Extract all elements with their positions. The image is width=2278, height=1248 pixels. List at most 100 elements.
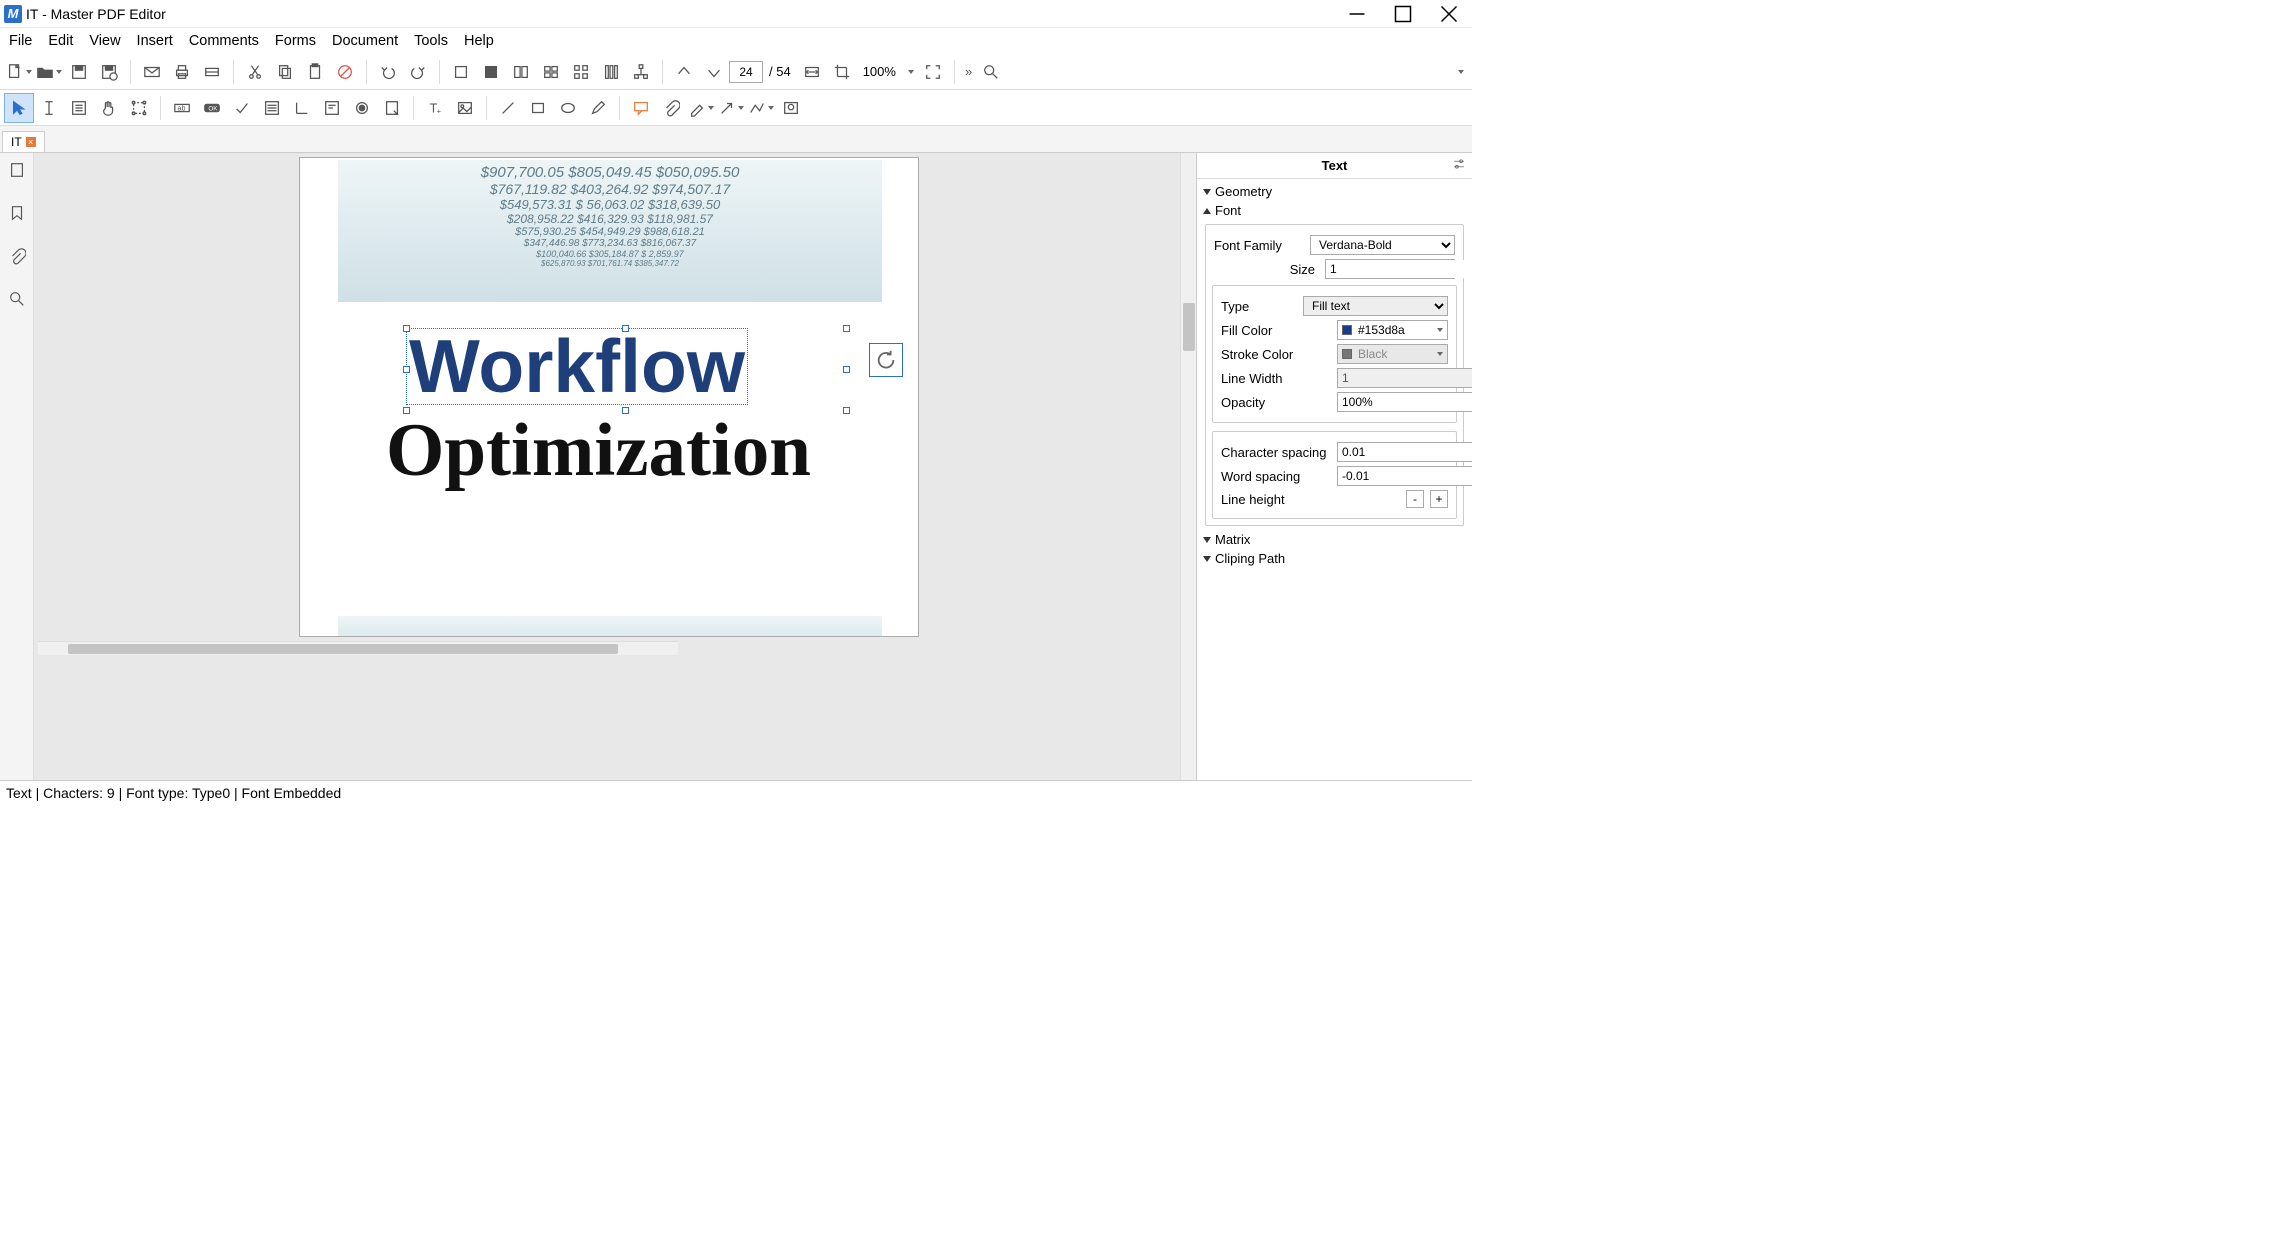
polyline-tool[interactable] — [746, 93, 776, 123]
arrow-tool[interactable] — [716, 93, 746, 123]
section-font[interactable]: Font — [1203, 201, 1466, 220]
layout-columns-icon[interactable] — [596, 57, 626, 87]
vertical-scrollbar[interactable] — [1180, 153, 1196, 780]
checkbox-tool[interactable] — [227, 93, 257, 123]
radio-tool[interactable] — [347, 93, 377, 123]
form-tool[interactable] — [64, 93, 94, 123]
section-clipping[interactable]: Cliping Path — [1203, 549, 1466, 568]
menu-forms[interactable]: Forms — [268, 31, 323, 51]
close-button[interactable] — [1440, 5, 1458, 23]
page-number-input[interactable] — [729, 61, 763, 83]
layout-grid-icon[interactable] — [566, 57, 596, 87]
ellipse-tool[interactable] — [553, 93, 583, 123]
fill-color-picker[interactable]: #153d8a — [1337, 320, 1448, 340]
pages-panel-icon[interactable] — [8, 161, 26, 182]
font-family-select[interactable]: Verdana-Bold — [1310, 235, 1455, 255]
page-outline-icon[interactable] — [446, 57, 476, 87]
minimize-button[interactable] — [1348, 5, 1366, 23]
menu-tools[interactable]: Tools — [407, 31, 455, 51]
layout-split-icon[interactable] — [506, 57, 536, 87]
crop-icon[interactable] — [827, 57, 857, 87]
toolbar-more[interactable]: » — [961, 64, 976, 79]
list-field-tool[interactable] — [257, 93, 287, 123]
select-tool[interactable] — [4, 93, 34, 123]
cut-button[interactable] — [240, 57, 270, 87]
char-spacing-input[interactable]: ▲▼ — [1337, 442, 1472, 462]
combo-field-tool[interactable] — [317, 93, 347, 123]
search-icon[interactable] — [976, 57, 1006, 87]
sitemap-icon[interactable] — [626, 57, 656, 87]
document-canvas: $907,700.05 $805,049.45 $050,095.50 $767… — [34, 153, 1196, 780]
search-panel-icon[interactable] — [8, 290, 26, 311]
redo-button[interactable] — [403, 57, 433, 87]
menu-file[interactable]: File — [2, 31, 39, 51]
maximize-button[interactable] — [1394, 5, 1412, 23]
document-tabs: IT × — [0, 126, 1472, 152]
toolbar-overflow[interactable] — [1452, 57, 1468, 87]
edit-object-tool[interactable] — [124, 93, 154, 123]
line-tool[interactable] — [493, 93, 523, 123]
next-page-button[interactable] — [699, 57, 729, 87]
tab-it[interactable]: IT × — [2, 131, 45, 152]
canvas-scroll[interactable]: $907,700.05 $805,049.45 $050,095.50 $767… — [34, 153, 1180, 780]
selected-text-object[interactable]: Workflow — [406, 328, 748, 405]
save-button[interactable] — [64, 57, 94, 87]
layout-pages-icon[interactable] — [536, 57, 566, 87]
note-tool[interactable] — [377, 93, 407, 123]
rect-tool[interactable] — [523, 93, 553, 123]
tab-close-icon[interactable]: × — [26, 137, 36, 147]
page[interactable]: $907,700.05 $805,049.45 $050,095.50 $767… — [299, 157, 919, 637]
page-text-optimization[interactable]: Optimization — [386, 413, 811, 488]
app-icon: M — [4, 5, 22, 23]
page-fill-icon[interactable] — [476, 57, 506, 87]
text-tool[interactable]: T+ — [420, 93, 450, 123]
word-spacing-input[interactable]: ▲▼ — [1337, 466, 1472, 486]
attachments-panel-icon[interactable] — [8, 247, 26, 268]
menu-view[interactable]: View — [82, 31, 127, 51]
opacity-input[interactable]: ▲▼ — [1337, 392, 1472, 412]
zoom-value[interactable]: 100% — [857, 64, 902, 79]
zoom-dropdown[interactable] — [902, 57, 918, 87]
stamp-tool[interactable] — [776, 93, 806, 123]
section-geometry[interactable]: Geometry — [1203, 182, 1466, 201]
highlight-tool[interactable] — [686, 93, 716, 123]
undo-button[interactable] — [373, 57, 403, 87]
type-select[interactable]: Fill text — [1303, 296, 1448, 316]
image-tool[interactable] — [450, 93, 480, 123]
print-button[interactable] — [167, 57, 197, 87]
pencil-tool[interactable] — [583, 93, 613, 123]
line-height-increase[interactable]: + — [1430, 490, 1448, 508]
signature-tool[interactable] — [287, 93, 317, 123]
prev-page-button[interactable] — [669, 57, 699, 87]
char-spacing-label: Character spacing — [1221, 445, 1331, 460]
fullscreen-icon[interactable] — [918, 57, 948, 87]
hand-tool[interactable] — [94, 93, 124, 123]
email-button[interactable] — [137, 57, 167, 87]
font-size-input[interactable]: ▲▼ — [1325, 259, 1455, 279]
paste-button[interactable] — [300, 57, 330, 87]
open-file-button[interactable] — [34, 57, 64, 87]
button-field-tool[interactable]: OK — [197, 93, 227, 123]
menu-help[interactable]: Help — [457, 31, 501, 51]
text-field-tool[interactable]: ab — [167, 93, 197, 123]
attachment-tool[interactable] — [656, 93, 686, 123]
callout-tool[interactable] — [626, 93, 656, 123]
menu-edit[interactable]: Edit — [41, 31, 80, 51]
bookmarks-panel-icon[interactable] — [8, 204, 26, 225]
panel-settings-icon[interactable] — [1452, 157, 1466, 174]
text-cursor-tool[interactable] — [34, 93, 64, 123]
section-matrix[interactable]: Matrix — [1203, 530, 1466, 549]
copy-button[interactable] — [270, 57, 300, 87]
prohibit-icon[interactable] — [330, 57, 360, 87]
font-size-label: Size — [1290, 262, 1315, 277]
menu-insert[interactable]: Insert — [130, 31, 180, 51]
menu-comments[interactable]: Comments — [182, 31, 266, 51]
rotate-handle[interactable] — [869, 343, 903, 377]
fit-width-icon[interactable] — [797, 57, 827, 87]
horizontal-scrollbar[interactable] — [38, 641, 678, 655]
save-as-button[interactable] — [94, 57, 124, 87]
menu-document[interactable]: Document — [325, 31, 405, 51]
line-height-decrease[interactable]: - — [1406, 490, 1424, 508]
new-file-button[interactable] — [4, 57, 34, 87]
scan-button[interactable] — [197, 57, 227, 87]
